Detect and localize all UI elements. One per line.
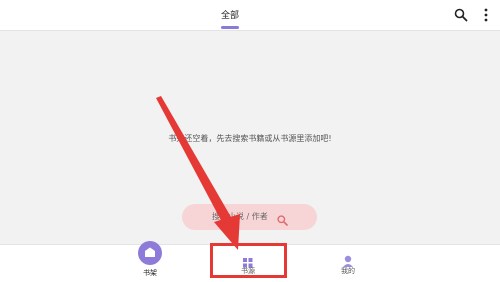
search-icon[interactable]: [454, 7, 468, 22]
tab-indicator: [221, 26, 239, 29]
bookshelf-content: 书架还空着，先去搜索书籍或从书源里添加吧! 搜索小说 / 作者: [0, 31, 500, 244]
nav-label-bookshelf: 书架: [143, 269, 157, 277]
nav-item-profile[interactable]: 我的: [318, 245, 378, 282]
search-pill-label: 搜索小说 / 作者: [212, 212, 268, 221]
empty-bookshelf-message: 书架还空着，先去搜索书籍或从书源里添加吧!: [168, 134, 332, 143]
top-app-bar: 全部: [0, 0, 500, 31]
nav-item-bookshelf[interactable]: 书架: [120, 241, 180, 282]
tab-all[interactable]: 全部: [214, 8, 246, 21]
nav-label-profile: 我的: [341, 267, 355, 275]
bookshelf-icon: [138, 241, 162, 265]
more-vertical-icon[interactable]: [481, 7, 491, 23]
search-icon: [277, 211, 288, 226]
profile-icon: [342, 252, 354, 267]
search-books-button[interactable]: 搜索小说 / 作者: [182, 204, 317, 230]
annotation-highlight-box: [210, 243, 287, 278]
